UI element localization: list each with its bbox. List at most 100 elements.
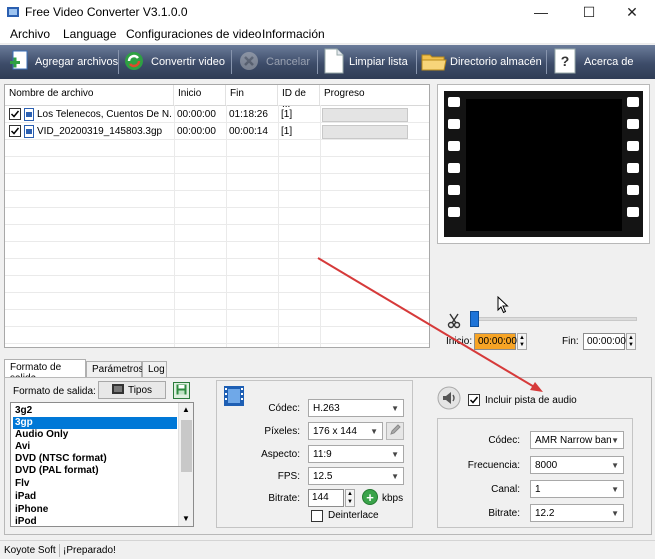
grid-line <box>5 207 429 208</box>
channel-select[interactable]: 1 ▼ <box>530 480 624 498</box>
aspect-label: Aspecto: <box>261 449 300 460</box>
status-bar: Koyote Soft ¡Preparado! <box>0 540 655 559</box>
clear-list-label: Limpiar lista <box>349 56 408 68</box>
about-button[interactable]: ? Acerca de <box>553 47 634 77</box>
grid-line <box>5 326 429 327</box>
audio-codec-value: AMR Narrow ban <box>535 434 612 446</box>
grid-line <box>5 156 429 157</box>
cancel-button[interactable]: Cancelar <box>237 47 310 77</box>
toolbar-separator <box>416 50 417 74</box>
status-message: ¡Preparado! <box>63 545 116 556</box>
grid-line <box>5 122 429 123</box>
edit-resolution-button[interactable] <box>386 422 404 440</box>
grid-line <box>5 190 429 191</box>
frequency-select[interactable]: 8000 ▼ <box>530 456 624 474</box>
types-button[interactable]: Tipos <box>98 381 166 399</box>
column-header-id[interactable]: ID de ... <box>278 85 320 110</box>
video-codec-value: H.263 <box>313 402 340 414</box>
deinterlace-label: Deinterlace <box>328 510 379 521</box>
grid-line <box>5 241 429 242</box>
row-checkbox[interactable] <box>9 108 21 120</box>
format-item[interactable]: DVD (NTSC format) <box>13 453 177 465</box>
start-time-label: Inicio: <box>446 336 473 347</box>
start-time-spinner[interactable]: ▲ ▼ <box>517 333 527 350</box>
video-codec-label: Códec: <box>268 403 300 414</box>
maximize-button[interactable]: ☐ <box>566 0 612 24</box>
clear-list-button[interactable]: Limpiar lista <box>322 47 408 77</box>
scroll-up-arrow[interactable]: ▲ <box>182 405 190 414</box>
format-item[interactable]: Avi <box>13 441 177 453</box>
tab-log[interactable]: Log <box>142 361 167 377</box>
aspect-select[interactable]: 11:9 ▼ <box>308 445 404 463</box>
menu-archivo[interactable]: Archivo <box>10 27 50 41</box>
trim-slider-track[interactable] <box>470 317 637 321</box>
toolbar-separator <box>317 50 318 74</box>
types-button-label: Tipos <box>127 384 153 396</box>
scroll-thumb[interactable] <box>181 420 192 472</box>
table-row[interactable]: Los Telenecos, Cuentos De N... 00:00:00 … <box>5 107 429 124</box>
frequency-label: Frecuencia: <box>467 460 520 471</box>
deinterlace-checkbox[interactable] <box>311 510 323 522</box>
plus-icon: + <box>366 489 374 505</box>
audio-codec-select[interactable]: AMR Narrow ban ▼ <box>530 431 624 449</box>
video-bitrate-spinner[interactable]: ▲ ▼ <box>345 489 355 507</box>
format-item[interactable]: Flv <box>13 478 177 490</box>
format-list-scrollbar[interactable]: ▲ ▼ <box>178 403 193 526</box>
film-strip-icon <box>444 91 643 237</box>
cancel-icon <box>237 49 266 76</box>
video-bitrate-input[interactable]: 144 <box>308 489 344 507</box>
audio-bitrate-select[interactable]: 12.2 ▼ <box>530 504 624 522</box>
audio-codec-label: Códec: <box>488 435 520 446</box>
format-item[interactable]: iPad <box>13 491 177 503</box>
format-list[interactable]: 3g2 3gp Audio Only Avi DVD (NTSC format)… <box>10 402 194 527</box>
column-header-start[interactable]: Inicio <box>174 85 226 105</box>
pixels-select[interactable]: 176 x 144 ▼ <box>308 422 383 440</box>
column-header-end[interactable]: Fin <box>226 85 278 105</box>
format-item[interactable]: DVD (PAL format) <box>13 465 177 477</box>
file-end: 00:00:14 <box>229 126 268 137</box>
chevron-down-icon: ▼ <box>370 426 378 436</box>
start-time-input[interactable]: 00:00:00 <box>474 333 517 350</box>
format-item[interactable]: Audio Only <box>13 429 177 441</box>
frequency-value: 8000 <box>535 459 558 471</box>
video-file-icon <box>24 108 34 124</box>
menu-info[interactable]: Información <box>262 27 325 41</box>
scroll-down-arrow[interactable]: ▼ <box>182 514 190 523</box>
trim-slider-thumb[interactable] <box>470 311 479 327</box>
menu-video-settings[interactable]: Configuraciones de video <box>126 27 261 41</box>
video-codec-select[interactable]: H.263 ▼ <box>308 399 404 417</box>
minimize-button[interactable]: — <box>518 0 564 24</box>
format-item[interactable]: 3g2 <box>13 405 177 417</box>
table-row[interactable]: VID_20200319_145803.3gp 00:00:00 00:00:1… <box>5 124 429 139</box>
add-bitrate-button[interactable]: + <box>362 489 378 505</box>
tab-output-format[interactable]: Formato de salida <box>4 359 86 384</box>
format-item-selected[interactable]: 3gp <box>13 417 177 429</box>
save-button[interactable] <box>173 382 190 399</box>
grid-line <box>278 105 279 347</box>
close-button[interactable]: ✕ <box>609 0 655 24</box>
window-title: Free Video Converter V3.1.0.0 <box>25 5 188 19</box>
output-format-label: Formato de salida: <box>13 386 96 397</box>
add-files-button[interactable]: Agregar archivos <box>10 47 118 77</box>
file-list[interactable]: Nombre de archivo Inicio Fin ID de ... P… <box>4 84 430 348</box>
end-time-spinner[interactable]: ▲ ▼ <box>626 333 636 350</box>
column-header-filename[interactable]: Nombre de archivo <box>5 85 174 105</box>
menu-language[interactable]: Language <box>63 27 116 41</box>
chevron-down-icon: ▼ <box>611 484 619 494</box>
format-item[interactable]: iPhone <box>13 504 177 516</box>
convert-icon <box>122 49 151 76</box>
audio-bitrate-value: 12.2 <box>535 507 555 519</box>
toolbar: Agregar archivos Convertir video Cancela… <box>0 45 655 79</box>
format-item[interactable]: iPod <box>13 516 177 526</box>
column-header-progress[interactable]: Progreso <box>320 85 429 105</box>
file-id: [1] <box>281 126 293 137</box>
fps-select[interactable]: 12.5 ▼ <box>308 467 404 485</box>
convert-button[interactable]: Convertir video <box>122 47 225 77</box>
output-directory-button[interactable]: Directorio almacén <box>421 47 542 77</box>
file-end: 01:18:26 <box>229 109 268 120</box>
cancel-label: Cancelar <box>266 56 311 68</box>
tab-parameters[interactable]: Parámetros <box>86 361 144 377</box>
row-checkbox[interactable] <box>9 125 21 137</box>
end-time-input[interactable]: 00:00:00 <box>583 333 626 350</box>
include-audio-checkbox[interactable] <box>468 394 480 406</box>
